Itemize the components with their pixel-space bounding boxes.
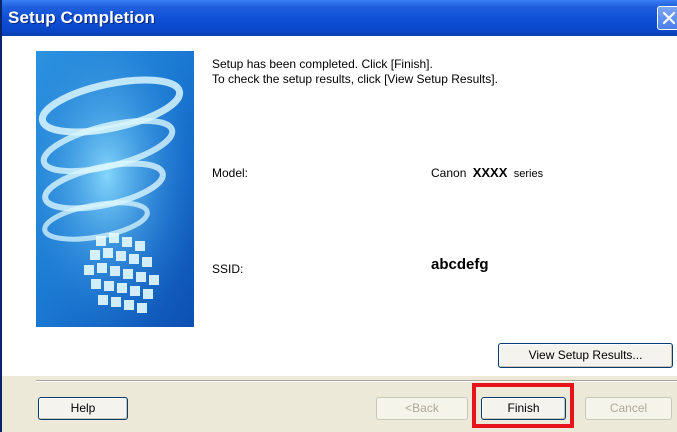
model-prefix: Canon [431,166,467,180]
window-title: Setup Completion [8,8,156,27]
close-icon [662,11,676,25]
back-button[interactable]: <Back [376,397,468,420]
separator-line [36,380,677,382]
help-button[interactable]: Help [38,397,128,420]
finish-highlight-box [472,383,574,428]
ssid-label: SSID: [212,262,244,276]
ssid-value: abcdefg [431,256,489,273]
message-line-2: To check the setup results, click [View … [212,72,498,86]
completion-message: Setup has been completed. Click [Finish]… [212,57,498,87]
model-value: Canon XXXX series [431,165,543,180]
model-name: XXXX [472,165,508,180]
setup-completion-dialog: Setup Completion Setup has been complete… [0,0,677,432]
title-bar[interactable]: Setup Completion [2,0,677,36]
message-line-1: Setup has been completed. Click [Finish]… [212,57,433,71]
cancel-button[interactable]: Cancel [585,397,672,420]
model-suffix: series [513,168,544,180]
model-label: Model: [212,166,249,180]
setup-artwork-image [36,51,194,327]
view-setup-results-button[interactable]: View Setup Results... [498,343,673,368]
close-button[interactable] [657,6,677,30]
